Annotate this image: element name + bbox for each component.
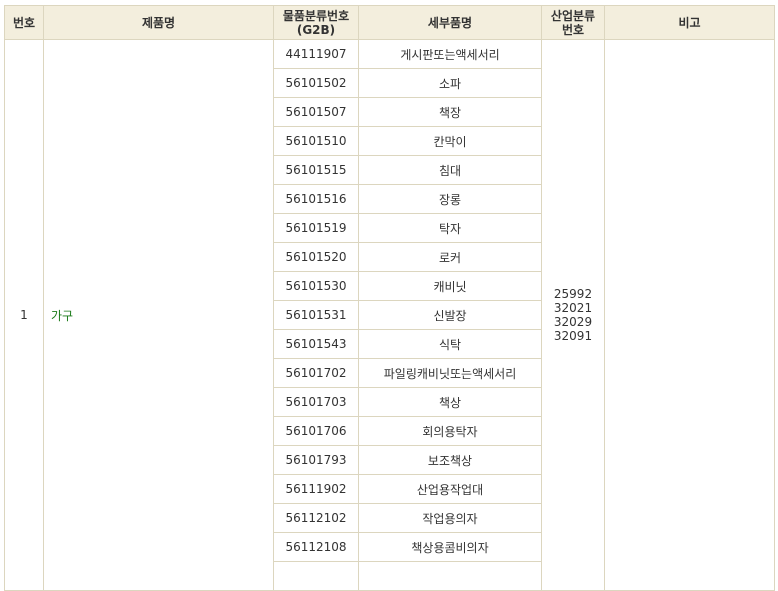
industry-code: 32021 (553, 301, 593, 315)
detail-name-cell: 파일링캐비닛또는액세서리 (358, 358, 542, 388)
detail-name-cell: 탁자 (358, 213, 542, 243)
header-industry-line2: 번호 (561, 22, 585, 37)
table-header-row: 번호 제품명 물품분류번호 (G2B) 세부품명 산업분류 번호 비고 (4, 5, 775, 40)
header-detail-name: 세부품명 (358, 5, 542, 40)
detail-name-cell: 식탁 (358, 329, 542, 359)
group-number: 1 (4, 39, 44, 591)
g2b-code-cell: 56101510 (273, 126, 359, 156)
detail-name-cell: 캐비닛 (358, 271, 542, 301)
detail-name-cell: 책상용콤비의자 (358, 532, 542, 562)
g2b-code-cell: 56101543 (273, 329, 359, 359)
header-industry-line1: 산업분류 (550, 8, 596, 23)
group-product-name: 가구 (43, 39, 274, 591)
g2b-code-cell: 56101531 (273, 300, 359, 330)
detail-name-cell: 산업용작업대 (358, 474, 542, 504)
detail-name-cell: 작업용의자 (358, 503, 542, 533)
header-product-name: 제품명 (43, 5, 274, 40)
g2b-code-cell: 56101703 (273, 387, 359, 417)
g2b-code-cell: 56111902 (273, 474, 359, 504)
header-g2b-line2: (G2B) (296, 22, 336, 37)
detail-name-cell: 장롱 (358, 184, 542, 214)
g2b-code-cell: 56101515 (273, 155, 359, 185)
industry-code: 32091 (553, 329, 593, 343)
g2b-code-cell: 56101516 (273, 184, 359, 214)
detail-name-cell: 로커 (358, 242, 542, 272)
header-g2b-line1: 물품분류번호 (282, 8, 350, 23)
detail-name-cell: 칸막이 (358, 126, 542, 156)
g2b-code-cell: 44111907 (273, 39, 359, 69)
g2b-code-cell: 56101502 (273, 68, 359, 98)
g2b-code-cell: 56101793 (273, 445, 359, 475)
g2b-code-cell: 56101702 (273, 358, 359, 388)
detail-name-cell: 게시판또는액세서리 (358, 39, 542, 69)
industry-codes-cell: 25992 32021 32029 32091 (541, 39, 605, 591)
detail-name-cell: 보조책상 (358, 445, 542, 475)
header-no: 번호 (4, 5, 44, 40)
detail-name-cell: 소파 (358, 68, 542, 98)
g2b-code-cell: 56101706 (273, 416, 359, 446)
detail-name-cell: 책상 (358, 387, 542, 417)
g2b-code-cell: 56101520 (273, 242, 359, 272)
detail-name-cell: 책장 (358, 97, 542, 127)
header-industry-code: 산업분류 번호 (541, 5, 605, 40)
detail-name-cell: 침대 (358, 155, 542, 185)
g2b-code-cell (273, 561, 359, 591)
header-note: 비고 (604, 5, 775, 40)
g2b-code-cell: 56101519 (273, 213, 359, 243)
note-cell (604, 39, 775, 591)
header-g2b-code: 물품분류번호 (G2B) (273, 5, 359, 40)
table-row: 1 가구 44111907 게시판또는액세서리 25992 32021 32029 32091 (4, 39, 775, 591)
g2b-code-cell: 56112108 (273, 532, 359, 562)
detail-name-cell: 신발장 (358, 300, 542, 330)
industry-code: 32029 (553, 315, 593, 329)
g2b-code-cell: 56101530 (273, 271, 359, 301)
product-classification-table: 번호 제품명 물품분류번호 (G2B) 세부품명 산업분류 번호 비고 1 가구 441… (4, 5, 775, 591)
detail-name-cell: 회의용탁자 (358, 416, 542, 446)
g2b-code-cell: 56112102 (273, 503, 359, 533)
detail-name-cell (358, 561, 542, 591)
industry-code: 25992 (553, 287, 593, 301)
g2b-code-cell: 56101507 (273, 97, 359, 127)
